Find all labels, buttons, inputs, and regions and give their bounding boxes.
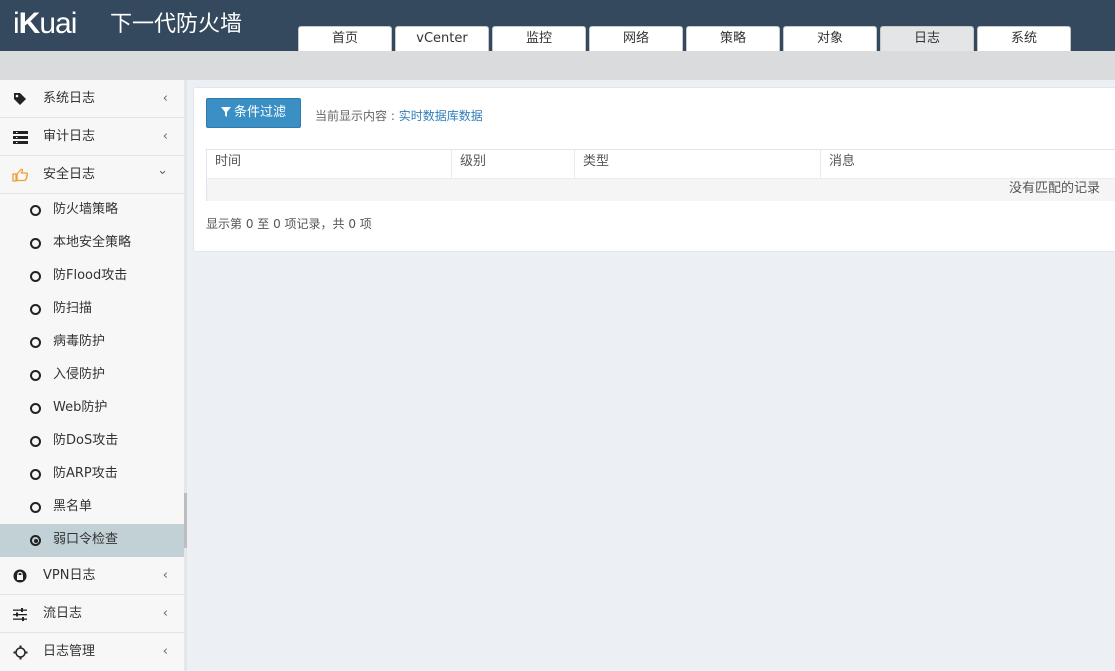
sliders-icon: [12, 606, 28, 622]
sidebar-group-log-management[interactable]: 日志管理 ‹: [0, 633, 184, 671]
current-display-info: 当前显示内容 : 实时数据库数据: [315, 108, 483, 124]
log-table: 时间 级别 类型 消息 没有匹配的记录: [206, 149, 1115, 201]
sidebar-item-label: 病毒防护: [53, 334, 106, 349]
hand-pointer-icon: [12, 167, 28, 183]
sidebar-item-label: 防DoS攻击: [53, 433, 119, 448]
sidebar-item-label: 防扫描: [53, 301, 93, 316]
sidebar-scrollbar-thumb[interactable]: [184, 493, 187, 548]
table-empty-row: 没有匹配的记录: [207, 179, 1115, 201]
empty-message: 没有匹配的记录: [1008, 181, 1100, 196]
tab-home[interactable]: 首页: [298, 26, 392, 51]
sidebar-group-label: VPN日志: [43, 568, 96, 583]
circle-icon: [30, 205, 41, 216]
sidebar-item-firewall-policy[interactable]: 防火墙策略: [0, 194, 184, 227]
filter-icon: [220, 107, 231, 117]
sidebar-group-flow-log[interactable]: 流日志 ‹: [0, 595, 184, 633]
sidebar-group-system-log[interactable]: 系统日志 ‹: [0, 80, 184, 118]
chevron-left-icon: ‹: [162, 568, 168, 583]
sidebar-item-anti-arp[interactable]: 防ARP攻击: [0, 458, 184, 491]
chevron-left-icon: ‹: [162, 606, 168, 621]
tab-system[interactable]: 系统: [977, 26, 1071, 51]
sidebar-item-label: 防火墙策略: [53, 202, 119, 217]
circle-icon: [30, 337, 41, 348]
tab-vcenter[interactable]: vCenter: [395, 26, 489, 51]
top-header: iKuai 下一代防火墙 首页 vCenter 监控 网络 策略 对象 日志 系…: [0, 0, 1115, 51]
circle-icon: [30, 370, 41, 381]
sidebar-item-label: 防ARP攻击: [53, 466, 118, 481]
sidebar-group-label: 安全日志: [43, 167, 96, 182]
tag-icon: [12, 91, 28, 107]
circle-icon: [30, 469, 41, 480]
sidebar-item-weak-password-check[interactable]: 弱口令检查: [0, 524, 184, 557]
list-icon: [12, 129, 28, 145]
column-header-type[interactable]: 类型: [575, 150, 821, 178]
circle-icon: [30, 304, 41, 315]
sidebar-item-anti-flood[interactable]: 防Flood攻击: [0, 260, 184, 293]
chevron-left-icon: ‹: [162, 644, 168, 659]
sidebar-item-web-protection[interactable]: Web防护: [0, 392, 184, 425]
circle-icon: [30, 238, 41, 249]
sidebar-group-label: 审计日志: [43, 129, 96, 144]
circle-icon: [30, 436, 41, 447]
sidebar-item-label: Web防护: [53, 400, 108, 415]
tab-policy[interactable]: 策略: [686, 26, 780, 51]
sidebar-item-label: 弱口令检查: [53, 532, 119, 547]
tab-network[interactable]: 网络: [589, 26, 683, 51]
sidebar-item-anti-dos[interactable]: 防DoS攻击: [0, 425, 184, 458]
sidebar-group-label: 系统日志: [43, 91, 96, 106]
sidebar-item-label: 防Flood攻击: [53, 268, 128, 283]
sidebar-item-local-security-policy[interactable]: 本地安全策略: [0, 227, 184, 260]
sidebar-group-label: 流日志: [43, 606, 83, 621]
chevron-left-icon: ‹: [162, 129, 168, 144]
circle-icon: [30, 271, 41, 282]
sidebar-group-label: 日志管理: [43, 644, 96, 659]
current-display-label: 当前显示内容 :: [315, 109, 399, 123]
sidebar-item-antivirus[interactable]: 病毒防护: [0, 326, 184, 359]
circle-icon: [30, 403, 41, 414]
chevron-down-icon: ⌄: [157, 163, 168, 178]
sidebar-item-label: 本地安全策略: [53, 235, 132, 250]
filter-button[interactable]: 条件过滤: [206, 98, 301, 128]
tab-object[interactable]: 对象: [783, 26, 877, 51]
sidebar-item-label: 黑名单: [53, 499, 93, 514]
ikuai-logo: iKuai: [13, 7, 77, 40]
column-header-time[interactable]: 时间: [207, 150, 452, 178]
column-header-level[interactable]: 级别: [452, 150, 575, 178]
sub-toolbar: [0, 51, 1115, 80]
sidebar-item-anti-scan[interactable]: 防扫描: [0, 293, 184, 326]
tab-log[interactable]: 日志: [880, 26, 974, 51]
current-display-link[interactable]: 实时数据库数据: [399, 109, 483, 123]
sidebar-item-label: 入侵防护: [53, 367, 106, 382]
gear-icon: [12, 644, 28, 660]
lock-icon: [12, 568, 28, 584]
sidebar-item-intrusion-prevention[interactable]: 入侵防护: [0, 359, 184, 392]
column-header-message[interactable]: 消息: [821, 150, 1115, 178]
record-summary: 显示第 0 至 0 项记录，共 0 项: [206, 217, 372, 231]
sidebar-group-audit-log[interactable]: 审计日志 ‹: [0, 118, 184, 156]
sidebar-group-vpn-log[interactable]: VPN日志 ‹: [0, 557, 184, 595]
filter-button-label: 条件过滤: [233, 105, 286, 120]
table-header: 时间 级别 类型 消息: [207, 150, 1115, 179]
tab-monitor[interactable]: 监控: [492, 26, 586, 51]
circle-icon: [30, 502, 41, 513]
product-title: 下一代防火墙: [110, 12, 243, 37]
dot-circle-icon: [30, 535, 41, 546]
chevron-left-icon: ‹: [162, 91, 168, 106]
sidebar-group-security-log[interactable]: 安全日志 ⌄: [0, 156, 184, 194]
sidebar-item-blacklist[interactable]: 黑名单: [0, 491, 184, 524]
log-panel: 条件过滤 当前显示内容 : 实时数据库数据 时间 级别 类型 消息 没有匹配的记…: [193, 87, 1115, 252]
sidebar-scrollbar-track[interactable]: [184, 80, 187, 671]
sidebar: 系统日志 ‹ 审计日志 ‹ 安全日志 ⌄ 防火墙策略 本地安全策略 防Flood…: [0, 80, 184, 671]
main-nav-tabs: 首页 vCenter 监控 网络 策略 对象 日志 系统: [298, 26, 1074, 51]
